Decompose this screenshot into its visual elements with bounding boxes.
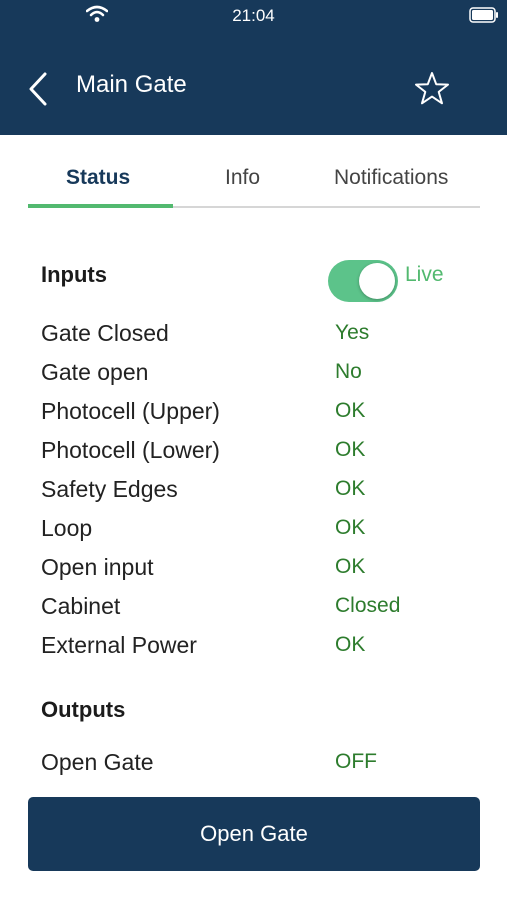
live-toggle[interactable] [328,260,398,302]
tab-status[interactable]: Status [66,166,130,190]
input-value-external-power: OK [335,633,366,656]
input-label-gate-open: Gate open [41,359,149,385]
favorite-star-icon[interactable] [413,70,451,108]
input-value-gate-closed: Yes [335,321,370,344]
input-value-safety-edges: OK [335,477,366,500]
back-chevron-icon[interactable] [26,70,50,108]
input-value-photocell-upper: OK [335,399,366,422]
active-tab-indicator [28,204,173,208]
inputs-section-title: Inputs [41,262,107,287]
live-label: Live [405,263,444,286]
input-value-open-input: OK [335,555,366,578]
page-title: Main Gate [76,71,187,98]
input-label-external-power: External Power [41,632,197,658]
input-value-gate-open: No [335,360,362,383]
input-label-cabinet: Cabinet [41,593,121,619]
output-value-open-gate: OFF [335,750,377,773]
input-label-loop: Loop [41,515,93,541]
open-gate-button[interactable]: Open Gate [28,797,480,871]
input-value-loop: OK [335,516,366,539]
tab-bar: Status Info Notifications [28,158,480,208]
outputs-section-title: Outputs [41,697,126,722]
battery-icon [469,7,498,23]
input-label-photocell-lower: Photocell (Lower) [41,437,220,463]
input-label-photocell-upper: Photocell (Upper) [41,398,220,424]
status-bar: 21:04 [0,0,507,30]
input-label-safety-edges: Safety Edges [41,476,178,502]
tab-info[interactable]: Info [225,166,260,190]
app-header: 21:04 Main Gate [0,0,507,135]
output-label-open-gate: Open Gate [41,749,154,775]
input-value-cabinet: Closed [335,594,401,617]
tab-notifications[interactable]: Notifications [334,166,448,190]
toggle-knob [359,263,395,299]
input-value-photocell-lower: OK [335,438,366,461]
status-time: 21:04 [232,6,275,25]
input-label-gate-closed: Gate Closed [41,320,169,346]
input-label-open-input: Open input [41,554,154,580]
